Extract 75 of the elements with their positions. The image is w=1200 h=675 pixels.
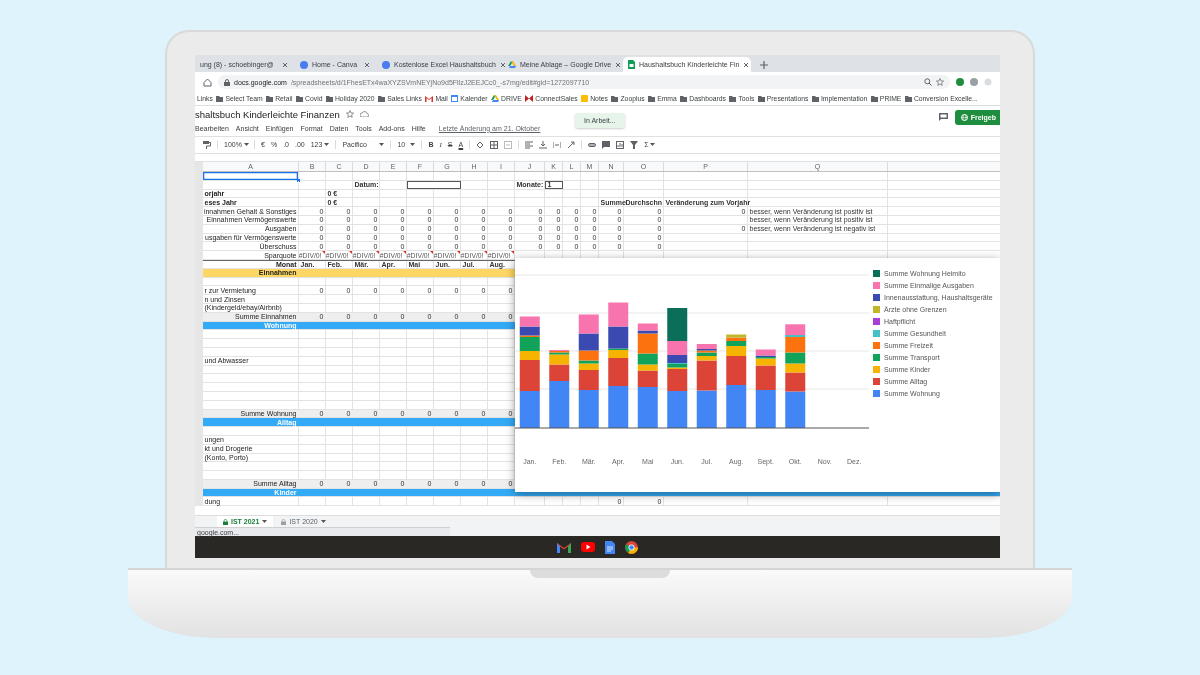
folder-icon [325, 95, 333, 102]
sheet-icon [628, 60, 635, 69]
mail-icon[interactable] [557, 541, 571, 553]
folder-icon [266, 95, 274, 102]
close-icon[interactable] [499, 61, 506, 68]
folder-icon [680, 95, 688, 102]
note-icon [581, 95, 589, 102]
close-icon[interactable] [282, 61, 288, 68]
chart-icon[interactable] [616, 140, 625, 149]
caret-icon [320, 519, 326, 524]
caret-icon [650, 142, 656, 147]
error-marker [403, 251, 406, 255]
error-marker [376, 251, 379, 255]
star-icon[interactable] [936, 78, 944, 86]
mail-icon [425, 95, 434, 102]
video-icon[interactable] [581, 542, 595, 552]
folder-icon [378, 95, 386, 102]
comment-icon[interactable] [939, 113, 948, 121]
close-icon[interactable] [364, 61, 370, 68]
align-icon[interactable] [525, 140, 534, 149]
search-icon[interactable] [924, 78, 932, 86]
error-marker [511, 251, 514, 255]
error-marker [484, 251, 487, 255]
folder-icon [870, 95, 878, 102]
globe-icon [960, 114, 968, 121]
filter-icon[interactable] [630, 140, 639, 149]
bar-segment [785, 352, 806, 364]
bar-segment [608, 302, 629, 327]
caret-icon [410, 142, 416, 147]
caret-icon [379, 142, 385, 147]
date-field[interactable] [407, 180, 461, 189]
new-tab-icon[interactable] [759, 60, 769, 70]
folder-icon [729, 95, 737, 102]
error-marker [430, 251, 433, 255]
lock-icon [224, 78, 230, 86]
butterfly-icon [525, 95, 534, 102]
caret-icon [243, 142, 249, 147]
lock-icon [223, 518, 228, 525]
folder-icon [757, 95, 765, 102]
error-marker [349, 251, 352, 255]
selected-cell[interactable] [203, 172, 299, 180]
drive-icon [491, 95, 500, 102]
cloud-icon[interactable] [359, 111, 369, 117]
folder-icon [648, 95, 656, 102]
caret-icon [324, 142, 330, 147]
document-icon[interactable] [605, 540, 615, 554]
browser-icon[interactable] [625, 540, 638, 554]
caret-icon [262, 519, 268, 524]
folder-icon [216, 95, 224, 102]
folder-icon [811, 95, 819, 102]
link-icon[interactable] [588, 140, 597, 149]
vertical-align-icon[interactable] [539, 140, 548, 149]
folder-icon [611, 95, 619, 102]
folder-icon [904, 95, 912, 102]
bar-segment [519, 316, 540, 327]
close-icon[interactable] [743, 61, 750, 68]
folder-icon [296, 95, 304, 102]
calendar-icon [451, 95, 459, 102]
error-marker [457, 251, 460, 255]
paint-format-icon[interactable] [203, 140, 211, 149]
bar-segment [578, 314, 599, 334]
circle-icon [300, 60, 308, 69]
close-icon[interactable] [615, 61, 622, 68]
error-marker [322, 251, 325, 255]
comment-icon[interactable] [602, 140, 611, 149]
lock-icon [281, 518, 287, 525]
document-title: shaltsbuch Kinderleichte Finanzen [195, 108, 340, 120]
circle-icon [382, 60, 390, 69]
borders-icon[interactable] [490, 140, 499, 149]
rotate-icon[interactable] [567, 140, 576, 149]
drive-icon [508, 61, 516, 68]
star-icon[interactable] [345, 110, 354, 118]
bar-segment [519, 391, 540, 428]
bar-segment [696, 390, 717, 428]
home-icon[interactable] [203, 77, 212, 87]
